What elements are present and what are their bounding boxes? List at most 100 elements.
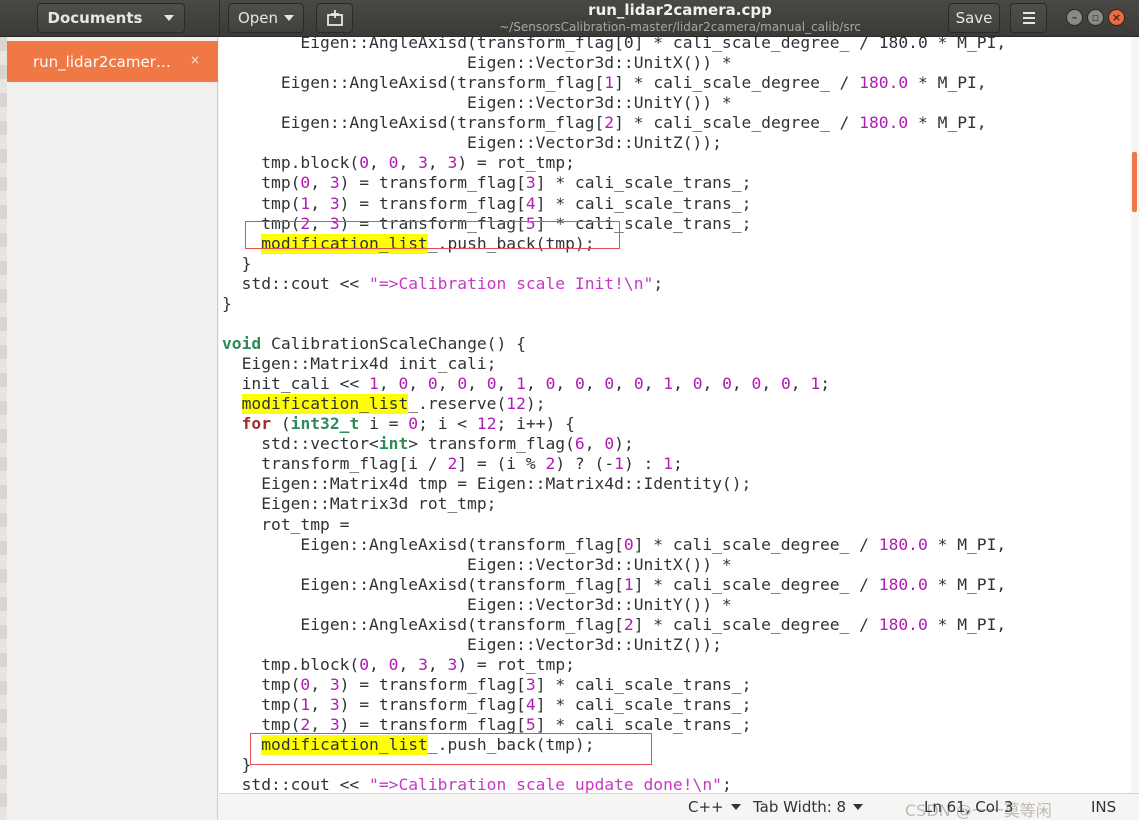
code-line[interactable]: Eigen::Matrix4d tmp = Eigen::Matrix4d::I… [222,474,1006,494]
code-token: 0 [604,374,615,394]
scrollbar-thumb[interactable] [1132,152,1137,212]
code-line[interactable]: rot_tmp = [222,515,1006,535]
documents-sidebar: run_lidar2camer… × [0,37,218,820]
minimize-button[interactable]: – [1066,9,1083,26]
code-token: void [222,333,262,353]
code-token: 0 [575,374,585,394]
code-token: ); [525,394,546,414]
code-line[interactable]: std::vector< int > transform_flag(6, 0); [222,434,1006,454]
code-line[interactable]: init_cali << 1, 0, 0, 0, 0, 1, 0, 0, 0, … [222,374,1006,394]
header-bar: Documents Open run_lidar2camera.cpp ~/Se… [0,0,1139,37]
code-token: 2 [623,614,634,634]
code-line[interactable]: tmp.block(0, 0, 3, 3) = rot_tmp; [222,153,1006,173]
code-token: , [369,654,389,674]
code-token: , [584,434,605,454]
document-item[interactable]: run_lidar2camer… × [7,41,218,82]
code-token: Eigen::Matrix3d rot_tmp; [222,494,497,514]
code-token: , [310,173,330,193]
maximize-button[interactable]: ▫ [1087,9,1104,26]
code-token: tmp( [222,173,301,193]
open-button[interactable]: Open [228,3,304,33]
code-line[interactable]: } [222,254,1006,274]
code-token: 4 [525,193,536,213]
code-line[interactable]: } [222,294,1006,314]
new-document-icon [326,10,343,26]
code-line[interactable]: Eigen::AngleAxisd(transform_flag[1] * ca… [222,575,1006,595]
code-line[interactable]: tmp(2, 3) = transform_flag[5] * cali_sca… [222,214,1006,234]
code-token: tmp( [222,193,301,213]
code-line[interactable]: modification_list _.push_back(tmp); [222,735,1006,756]
code-line[interactable]: Eigen::Matrix3d rot_tmp; [222,494,1006,514]
menu-button[interactable] [1010,3,1047,33]
code-line[interactable]: Eigen::Vector3d::UnitZ()); [222,635,1006,655]
code-line[interactable]: transform_flag[i / 2] = (i % 2) ? (- 1) :… [222,454,1006,474]
code-token: ) : [623,454,664,474]
code-line[interactable]: for (int32_t i = 0; i < 12; i++) { [222,414,1006,434]
close-icon: × [1111,11,1122,24]
code-line[interactable]: tmp(0, 3) = transform_flag[3] * cali_sca… [222,675,1006,695]
code-line[interactable]: Eigen::AngleAxisd(transform_flag[2] * ca… [222,615,1006,635]
code-token: 0 [388,654,399,674]
code-token: Eigen::AngleAxisd(transform_flag[0] * ca… [222,37,1007,52]
save-button[interactable]: Save [948,3,1000,33]
code-token: 0 [359,654,370,674]
code-line[interactable]: Eigen::AngleAxisd(transform_flag[0] * ca… [222,37,1006,53]
code-token: * M_PI, [927,534,1007,554]
code-line[interactable] [222,314,1006,334]
code-line[interactable]: modification_list _.push_back(tmp); [222,233,1006,254]
code-line[interactable]: void CalibrationScaleChange() { [222,334,1006,354]
code-line[interactable]: tmp(0, 3) = transform_flag[3] * cali_sca… [222,173,1006,193]
save-label: Save [955,9,993,27]
code-line[interactable]: tmp.block(0, 0, 3, 3) = rot_tmp; [222,655,1006,675]
code-line[interactable]: Eigen::Vector3d::UnitX()) * [222,555,1006,575]
code-token: ] * cali_scale_trans_; [535,675,752,694]
code-token: tmp.block( [222,153,360,173]
code-line[interactable]: std::cout << "=>Calibration scale update… [222,775,1006,793]
code-line[interactable]: Eigen::Vector3d::UnitY()) * [222,595,1006,615]
code-line[interactable]: Eigen::AngleAxisd(transform_flag[2] * ca… [222,113,1006,133]
code-line[interactable]: tmp(2, 3) = transform_flag[5] * cali_sca… [222,715,1006,735]
code-token: ); [614,434,634,454]
code-token: ( [271,414,291,434]
code-token: 0 [300,173,311,193]
code-token: 1 [663,374,674,394]
code-token: ) = transform_flag[ [339,695,526,715]
code-line[interactable]: std::cout << "=>Calibration scale Init!\… [222,274,1006,294]
code-token: > transform_flag( [408,434,575,454]
code-line[interactable]: tmp(1, 3) = transform_flag[4] * cali_sca… [222,194,1006,214]
code-token: for [241,414,272,434]
code-token: , [378,374,399,394]
scrollbar[interactable] [1131,37,1139,793]
code-view[interactable]: Eigen::AngleAxisd(transform_flag[0] * ca… [222,37,1006,793]
code-line[interactable]: tmp(1, 3) = transform_flag[4] * cali_sca… [222,695,1006,715]
code-line[interactable]: } [222,755,1006,775]
close-document-icon[interactable]: × [190,53,200,67]
code-token: 0 [398,374,409,394]
code-line[interactable]: Eigen::Matrix4d init_cali; [222,354,1006,374]
tab-width-selector[interactable]: Tab Width: 8 [753,798,864,816]
code-line[interactable]: Eigen::Vector3d::UnitX()) * [222,53,1006,73]
code-token: } [222,755,252,775]
code-line[interactable]: Eigen::Vector3d::UnitY()) * [222,93,1006,113]
code-line[interactable]: Eigen::AngleAxisd(transform_flag[0] * ca… [222,535,1006,555]
code-line[interactable]: modification_list _.reserve(12); [222,394,1006,415]
new-tab-button[interactable] [316,3,353,33]
code-token: , [467,374,487,394]
code-token: , [496,374,517,394]
code-token: 180.0 [878,574,928,594]
code-token: ] * cali_scale_trans_; [535,173,752,193]
documents-button[interactable]: Documents [37,3,185,33]
search-highlight: modification_list [261,233,428,254]
code-line[interactable]: Eigen::Vector3d::UnitZ()); [222,133,1006,153]
code-line[interactable]: Eigen::AngleAxisd(transform_flag[1] * ca… [222,73,1006,93]
language-selector[interactable]: C++ [688,798,741,816]
code-editor[interactable]: Eigen::AngleAxisd(transform_flag[0] * ca… [219,37,1131,793]
cursor-position[interactable]: Ln 61, Col 3 [924,798,1013,816]
code-token: 2 [545,454,556,474]
code-token: 0 [633,374,644,394]
code-token: * M_PI, [927,574,1007,594]
code-token: 1 [604,73,615,93]
code-token: 1 [369,374,379,394]
code-token: ; [672,454,683,474]
close-window-button[interactable]: × [1108,9,1125,26]
